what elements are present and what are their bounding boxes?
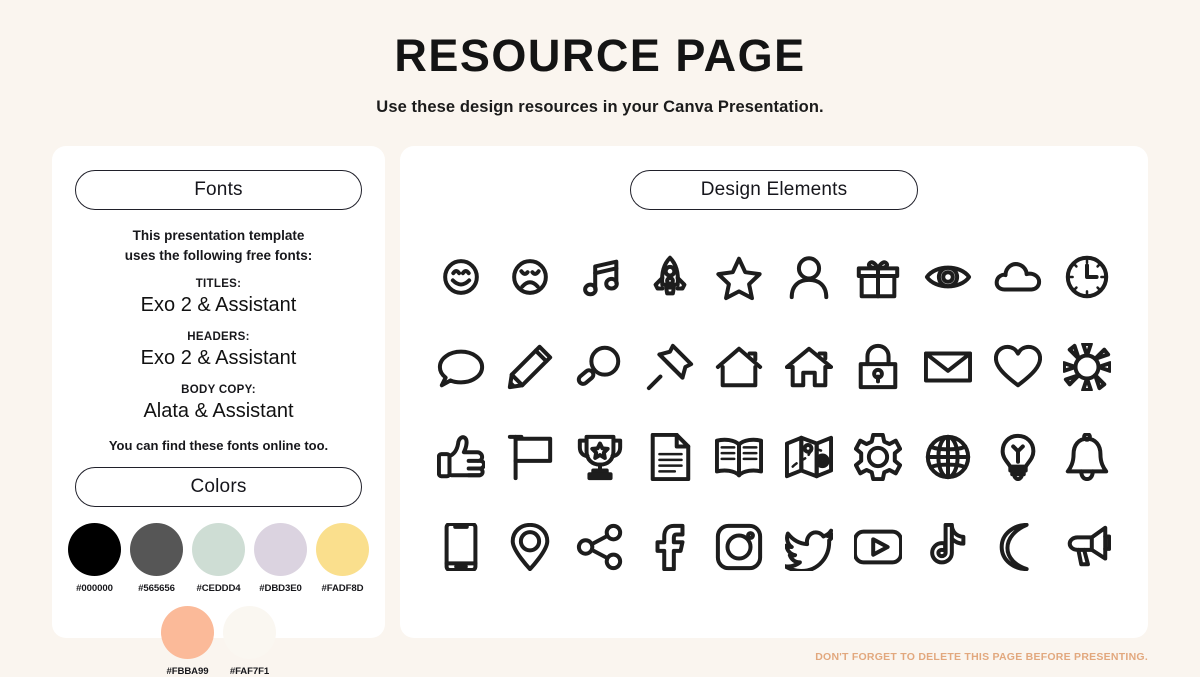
color-swatch-row-2: #FBBA99 #FAF7F1 (52, 605, 385, 677)
colors-heading-label: Colors (190, 475, 247, 497)
font-name-body-copy: Alata & Assistant (143, 399, 294, 422)
delete-page-reminder: DON'T FORGET TO DELETE THIS PAGE BEFORE … (815, 651, 1148, 663)
fonts-intro: This presentation template uses the foll… (70, 226, 367, 265)
sun-icon[interactable] (1052, 322, 1122, 412)
color-swatch[interactable]: #DBD3E0 (254, 522, 307, 594)
font-role-titles: TITLES: (195, 278, 242, 291)
instagram-icon[interactable] (704, 502, 774, 592)
document-icon[interactable] (635, 412, 705, 502)
magnifying-glass-icon[interactable] (565, 322, 635, 412)
pencil-icon[interactable] (496, 322, 566, 412)
star-icon[interactable] (704, 232, 774, 322)
font-role-headers: HEADERS: (187, 330, 250, 343)
speech-bubble-icon[interactable] (426, 322, 496, 412)
design-elements-heading-pill: Design Elements (630, 170, 918, 210)
clock-icon[interactable] (1052, 232, 1122, 322)
design-elements-heading-label: Design Elements (700, 179, 848, 200)
font-name-titles: Exo 2 & Assistant (140, 293, 297, 316)
resource-board: Fonts This presentation template uses th… (52, 146, 1148, 677)
rocket-icon[interactable] (635, 232, 705, 322)
color-dot (192, 522, 245, 576)
smiley-face-icon[interactable] (426, 232, 496, 322)
color-dot (316, 522, 369, 576)
fonts-intro-line-1: This presentation template (132, 228, 305, 243)
globe-icon[interactable] (913, 412, 983, 502)
bell-icon[interactable] (1052, 412, 1122, 502)
color-dot (223, 605, 276, 659)
design-elements-card: Design Elements (400, 146, 1148, 638)
user-icon[interactable] (774, 232, 844, 322)
color-hex-label: #000000 (76, 582, 113, 594)
open-book-icon[interactable] (704, 412, 774, 502)
cloud-icon[interactable] (983, 232, 1053, 322)
fonts-intro-line-2: uses the following free fonts: (124, 247, 313, 263)
envelope-icon[interactable] (913, 322, 983, 412)
location-pin-icon[interactable] (496, 502, 566, 592)
font-group-headers: HEADERS: Exo 2 & Assistant (70, 331, 367, 371)
trophy-icon[interactable] (565, 412, 635, 502)
color-hex-label: #565656 (138, 582, 175, 594)
megaphone-icon[interactable] (1052, 502, 1122, 592)
youtube-icon[interactable] (844, 502, 914, 592)
house-icon[interactable] (704, 322, 774, 412)
tiktok-icon[interactable] (913, 502, 983, 592)
page-title: RESOURCE PAGE (394, 30, 806, 81)
share-icon[interactable] (565, 502, 635, 592)
page-subtitle: Use these design resources in your Canva… (376, 97, 824, 116)
lock-icon[interactable] (844, 322, 914, 412)
pushpin-icon[interactable] (635, 322, 705, 412)
map-icon[interactable] (774, 412, 844, 502)
gear-icon[interactable] (844, 412, 914, 502)
facebook-icon[interactable] (635, 502, 705, 592)
icon-grid (400, 210, 1148, 592)
color-dot (254, 522, 307, 576)
fonts-outro: You can find these fonts online too. (108, 437, 329, 453)
flag-icon[interactable] (496, 412, 566, 502)
color-swatch[interactable]: #FBBA99 (161, 605, 214, 677)
fonts-and-colors-card: Fonts This presentation template uses th… (52, 146, 385, 677)
lightbulb-icon[interactable] (983, 412, 1053, 502)
home-icon[interactable] (774, 322, 844, 412)
color-dot (161, 605, 214, 659)
color-swatch[interactable]: #000000 (68, 522, 121, 594)
font-group-titles: TITLES: Exo 2 & Assistant (70, 278, 367, 318)
sad-face-icon[interactable] (496, 232, 566, 322)
fonts-heading-pill: Fonts (75, 170, 362, 210)
color-hex-label: #CEDDD4 (196, 582, 241, 594)
twitter-icon[interactable] (774, 502, 844, 592)
font-group-body-copy: BODY COPY: Alata & Assistant (70, 384, 367, 424)
color-swatch[interactable]: #FADF8D (316, 522, 369, 594)
color-swatch-row-1: #000000 #565656 #CEDDD4 #DBD3E0 #FADF8D (52, 522, 385, 594)
fonts-body: This presentation template uses the foll… (52, 210, 385, 453)
eye-icon[interactable] (913, 232, 983, 322)
gift-icon[interactable] (844, 232, 914, 322)
color-dot (130, 522, 183, 576)
color-swatch[interactable]: #565656 (130, 522, 183, 594)
heart-icon[interactable] (983, 322, 1053, 412)
moon-icon[interactable] (983, 502, 1053, 592)
color-swatch[interactable]: #CEDDD4 (192, 522, 245, 594)
music-note-icon[interactable] (565, 232, 635, 322)
fonts-heading-label: Fonts (194, 179, 243, 200)
color-hex-label: #FADF8D (321, 582, 364, 594)
thumbs-up-icon[interactable] (426, 412, 496, 502)
color-hex-label: #DBD3E0 (259, 582, 302, 594)
smartphone-icon[interactable] (426, 502, 496, 592)
font-name-headers: Exo 2 & Assistant (140, 346, 297, 369)
colors-heading-pill: Colors (75, 466, 362, 507)
color-swatch[interactable]: #FAF7F1 (223, 605, 276, 677)
color-dot (68, 522, 121, 576)
font-role-body-copy: BODY COPY: (181, 383, 256, 396)
